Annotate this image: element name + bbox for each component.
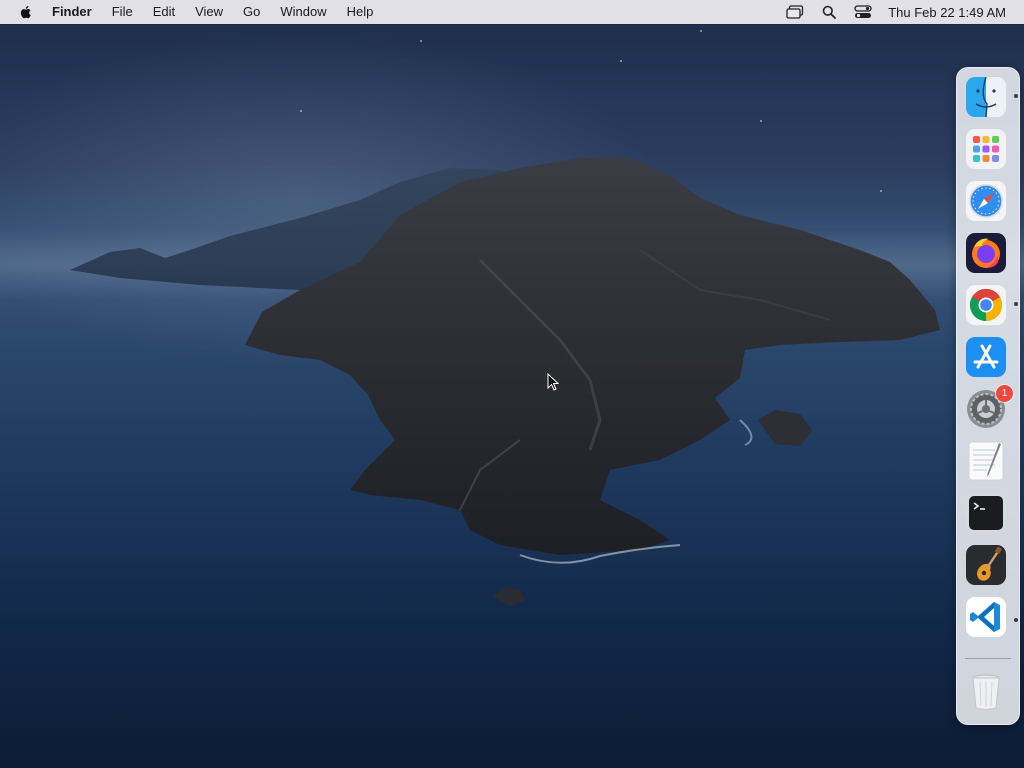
terminal-icon [967, 494, 1005, 532]
menu-view[interactable]: View [185, 0, 233, 24]
safari-icon [966, 181, 1006, 221]
menubar-clock[interactable]: Thu Feb 22 1:49 AM [888, 5, 1006, 20]
firefox-icon [966, 233, 1006, 273]
menu-window[interactable]: Window [270, 0, 336, 24]
dock-running-indicator-finder [1014, 94, 1018, 98]
garageband-icon [966, 545, 1006, 585]
dock-item-vscode[interactable] [965, 596, 1007, 638]
notification-badge: 1 [996, 385, 1013, 402]
dock-running-indicator-chrome [1014, 302, 1018, 306]
dock-item-app-store[interactable] [965, 336, 1007, 378]
textedit-icon [968, 441, 1004, 481]
dock-item-launchpad[interactable] [965, 128, 1007, 170]
menu-app-finder[interactable]: Finder [52, 0, 102, 24]
dock-running-indicator-vscode [1014, 618, 1018, 622]
dock-item-trash[interactable] [965, 670, 1007, 712]
finder-icon [966, 76, 1006, 118]
vscode-icon [966, 597, 1006, 637]
control-center-icon[interactable] [854, 3, 872, 21]
dock-separator [965, 658, 1011, 659]
catalina-island [70, 158, 940, 606]
apple-menu-icon[interactable] [18, 4, 34, 20]
menu-help[interactable]: Help [337, 0, 384, 24]
dock-item-garageband[interactable] [965, 544, 1007, 586]
menu-bar: Finder File Edit View Go Window Help Thu… [0, 0, 1024, 24]
menu-edit[interactable]: Edit [143, 0, 185, 24]
mouse-pointer-icon [547, 373, 559, 391]
dock-item-finder[interactable] [965, 76, 1007, 118]
chrome-icon [966, 285, 1006, 325]
dock-item-terminal[interactable] [965, 492, 1007, 534]
menu-file[interactable]: File [102, 0, 143, 24]
menu-go[interactable]: Go [233, 0, 270, 24]
app-store-icon [966, 337, 1006, 377]
dock-item-safari[interactable] [965, 180, 1007, 222]
dock-item-textedit[interactable] [965, 440, 1007, 482]
spotlight-search-icon[interactable] [820, 3, 838, 21]
dock-item-firefox[interactable] [965, 232, 1007, 274]
screen-mirroring-icon[interactable] [786, 3, 804, 21]
launchpad-icon [966, 129, 1006, 169]
dock-item-chrome[interactable] [965, 284, 1007, 326]
trash-icon [972, 674, 1000, 710]
desktop-wallpaper [0, 0, 1024, 768]
